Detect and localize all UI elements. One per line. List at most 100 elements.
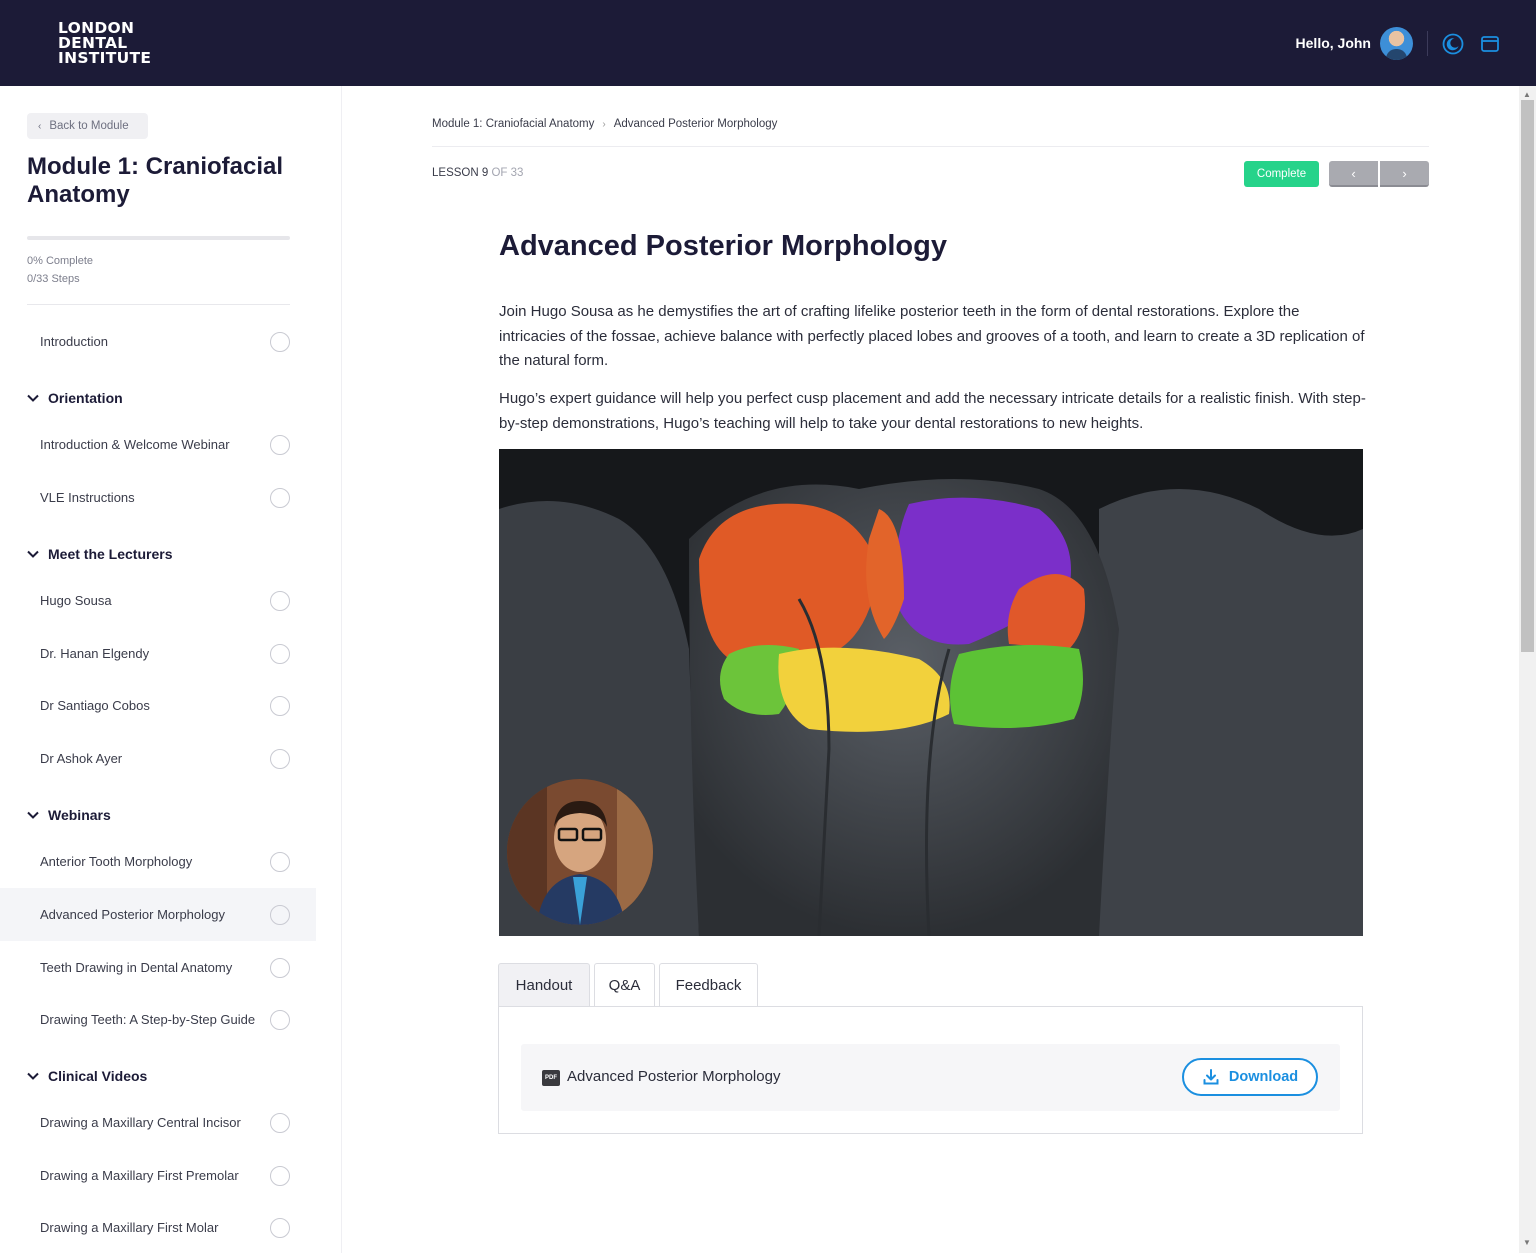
incomplete-circle-icon	[270, 487, 290, 508]
lesson-counter: LESSON 9 OF 33	[432, 167, 523, 179]
presenter-image	[507, 779, 653, 925]
progress-steps: 0/33 Steps	[27, 273, 80, 285]
handout-file-row: PDF Advanced Posterior Morphology Downlo…	[521, 1044, 1340, 1111]
sidebar-item-anterior-tooth-morphology[interactable]: Anterior Tooth Morphology	[0, 835, 316, 888]
presenter-webcam-overlay	[507, 779, 653, 925]
incomplete-circle-icon	[270, 1165, 290, 1186]
user-greeting: Hello, John	[1296, 35, 1371, 51]
sidebar-item-label: Dr. Hanan Elgendy	[40, 646, 150, 661]
incomplete-circle-icon	[270, 695, 290, 716]
tab-handout[interactable]: Handout	[498, 963, 590, 1007]
download-button[interactable]: Download	[1182, 1058, 1318, 1096]
course-sidebar: ‹ Back to Module Module 1: Craniofacial A…	[0, 86, 342, 1253]
breadcrumb: Module 1: Craniofacial Anatomy › Advance…	[432, 118, 777, 130]
sidebar-item-hugo-sousa[interactable]: Hugo Sousa	[0, 574, 316, 627]
incomplete-circle-icon	[270, 643, 290, 664]
incomplete-circle-icon	[270, 1217, 290, 1238]
focus-mode-window-icon[interactable]	[1479, 33, 1501, 55]
incomplete-circle-icon	[270, 434, 290, 455]
lesson-total: OF 33	[491, 167, 524, 179]
section-title: Clinical Videos	[48, 1068, 148, 1084]
section-webinars[interactable]: Webinars	[26, 807, 111, 823]
lesson-title: Advanced Posterior Morphology	[499, 230, 947, 262]
incomplete-circle-icon	[270, 331, 290, 352]
sidebar-item-label: Dr Ashok Ayer	[40, 751, 123, 766]
sidebar-item-label: Introduction & Welcome Webinar	[40, 437, 230, 452]
top-header: LONDON DENTAL INSTITUTE Hello, John	[0, 0, 1536, 86]
sidebar-item-teeth-drawing[interactable]: Teeth Drawing in Dental Anatomy	[0, 941, 316, 994]
logo-line-3: INSTITUTE	[58, 49, 152, 67]
chevron-down-icon	[27, 1072, 39, 1080]
section-title: Webinars	[48, 807, 111, 823]
sidebar-item-introduction[interactable]: Introduction	[0, 315, 316, 368]
breadcrumb-current: Advanced Posterior Morphology	[613, 118, 778, 130]
handout-tab-panel: PDF Advanced Posterior Morphology Downlo…	[498, 1006, 1363, 1134]
sidebar-item-maxillary-central-incisor[interactable]: Drawing a Maxillary Central Incisor	[0, 1096, 316, 1149]
user-name: John	[1337, 35, 1371, 51]
lesson-number: LESSON 9	[432, 167, 489, 179]
module-title: Module 1: Craniofacial Anatomy	[27, 153, 284, 208]
sidebar-item-advanced-posterior-morphology[interactable]: Advanced Posterior Morphology	[0, 888, 316, 941]
sidebar-item-santiago-cobos[interactable]: Dr Santiago Cobos	[0, 679, 316, 732]
sidebar-item-label: Teeth Drawing in Dental Anatomy	[40, 960, 233, 975]
tab-feedback[interactable]: Feedback	[659, 963, 758, 1007]
back-to-module-label: Back to Module	[49, 120, 129, 132]
section-title: Orientation	[48, 390, 123, 406]
incomplete-circle-icon	[270, 1112, 290, 1133]
lesson-description-2: Hugo’s expert guidance will help you per…	[499, 390, 1366, 432]
sidebar-item-label: Advanced Posterior Morphology	[40, 907, 225, 922]
chevron-left-icon: ‹	[38, 120, 42, 132]
download-icon	[1203, 1069, 1219, 1085]
sidebar-item-hanan-elgendy[interactable]: Dr. Hanan Elgendy	[0, 627, 316, 680]
scrollbar-thumb[interactable]	[1521, 100, 1534, 652]
lesson-video-player[interactable]	[499, 449, 1363, 936]
sidebar-item-label: VLE Instructions	[40, 490, 135, 505]
dark-mode-moon-icon[interactable]	[1442, 33, 1464, 55]
next-lesson-button[interactable]: ›	[1380, 161, 1429, 187]
progress-percent: 0% Complete	[27, 255, 94, 267]
sidebar-item-label: Introduction	[40, 334, 108, 349]
incomplete-circle-icon	[270, 957, 290, 978]
breadcrumb-chevron-icon: ›	[602, 118, 606, 130]
sidebar-item-drawing-teeth-guide[interactable]: Drawing Teeth: A Step-by-Step Guide	[0, 993, 316, 1046]
chevron-down-icon	[27, 811, 39, 819]
sidebar-item-maxillary-first-molar[interactable]: Drawing a Maxillary First Molar	[0, 1201, 316, 1253]
sidebar-item-label: Drawing a Maxillary First Premolar	[40, 1168, 239, 1183]
incomplete-circle-icon	[270, 904, 290, 925]
sidebar-item-maxillary-first-premolar[interactable]: Drawing a Maxillary First Premolar	[0, 1149, 316, 1202]
pdf-file-icon: PDF	[542, 1070, 560, 1086]
header-divider	[1427, 31, 1428, 56]
chevron-down-icon	[27, 394, 39, 402]
section-orientation[interactable]: Orientation	[26, 390, 123, 406]
sidebar-item-introduction-welcome-webinar[interactable]: Introduction & Welcome Webinar	[0, 418, 316, 471]
section-clinical-videos[interactable]: Clinical Videos	[26, 1068, 147, 1084]
back-to-module-button[interactable]: ‹ Back to Module	[27, 113, 148, 139]
scroll-up-arrow-icon[interactable]: ▲	[1523, 90, 1531, 99]
sidebar-item-label: Drawing Teeth: A Step-by-Step Guide	[40, 1012, 256, 1027]
sidebar-item-label: Hugo Sousa	[40, 593, 112, 608]
previous-lesson-button[interactable]: ‹	[1329, 161, 1378, 187]
incomplete-circle-icon	[270, 1009, 290, 1030]
sidebar-item-label: Dr Santiago Cobos	[40, 698, 150, 713]
chevron-down-icon	[27, 550, 39, 558]
section-meet-the-lecturers[interactable]: Meet the Lecturers	[26, 546, 172, 562]
sidebar-item-label: Drawing a Maxillary Central Incisor	[40, 1115, 241, 1130]
main-divider	[432, 146, 1429, 147]
sidebar-item-label: Anterior Tooth Morphology	[40, 854, 193, 869]
sidebar-item-vle-instructions[interactable]: VLE Instructions	[0, 471, 316, 524]
incomplete-circle-icon	[270, 590, 290, 611]
incomplete-circle-icon	[270, 748, 290, 769]
sidebar-item-label: Drawing a Maxillary First Molar	[40, 1220, 219, 1235]
greeting-prefix: Hello,	[1295, 35, 1338, 51]
avatar[interactable]	[1380, 27, 1413, 60]
sidebar-divider	[27, 304, 290, 305]
london-dental-institute-logo[interactable]: LONDON DENTAL INSTITUTE	[58, 20, 152, 67]
sidebar-item-ashok-ayer[interactable]: Dr Ashok Ayer	[0, 732, 316, 785]
lesson-description-1: Join Hugo Sousa as he demystifies the ar…	[499, 303, 1365, 369]
scroll-down-arrow-icon[interactable]: ▼	[1523, 1238, 1531, 1247]
tab-qa[interactable]: Q&A	[594, 963, 655, 1007]
breadcrumb-module-link[interactable]: Module 1: Craniofacial Anatomy	[432, 118, 594, 130]
mark-complete-button[interactable]: Complete	[1244, 161, 1319, 187]
module-progress-bar	[27, 236, 290, 240]
module-progress-text: 0% Complete 0/33 Steps	[27, 252, 93, 288]
